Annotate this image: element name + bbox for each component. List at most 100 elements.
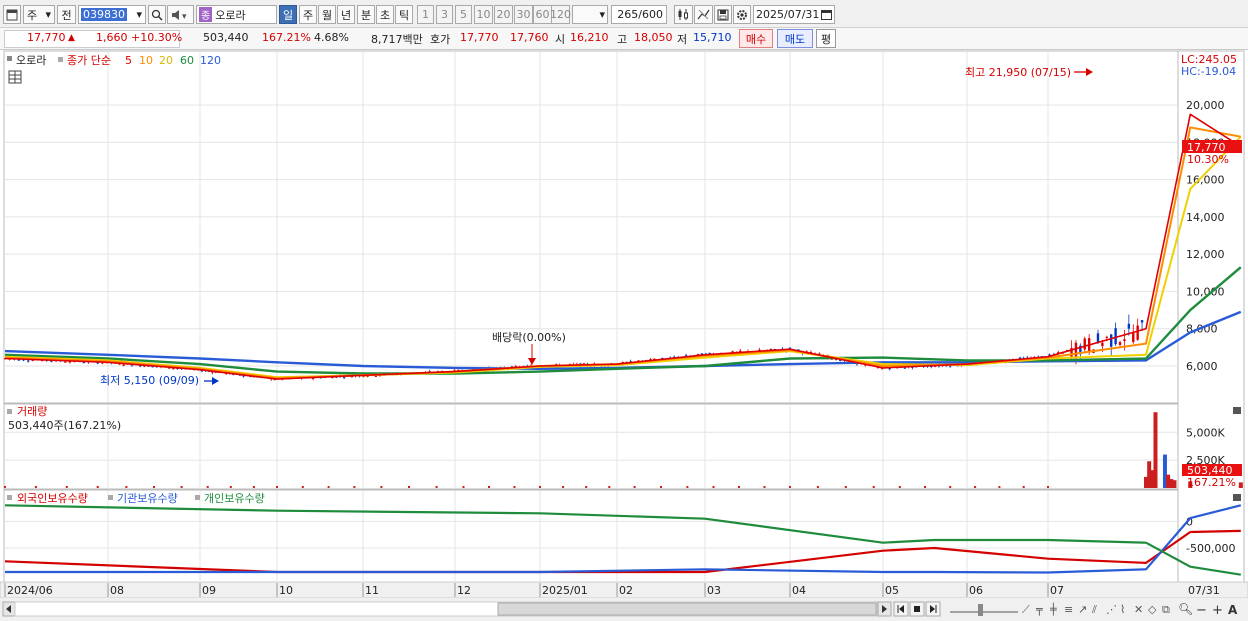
sell-button[interactable]: 매도 [777,29,813,48]
volume-bar [1172,480,1177,488]
period-tick-button[interactable]: 틱 [395,5,413,24]
zoom-slider-handle[interactable] [978,604,983,616]
volume-bar-small [513,486,516,488]
legend-marker-icon [195,495,200,500]
count-value: 265 [617,8,639,21]
type-select[interactable]: 주 ▾ [23,5,55,24]
speaker-icon[interactable]: ▾ [167,5,194,24]
search-icon[interactable] [148,5,166,24]
period-month-button[interactable]: 월 [318,5,336,24]
plus-icon[interactable]: + [1212,603,1223,618]
trend-tool-icon[interactable] [694,5,713,24]
period-minute-button[interactable]: 분 [357,5,375,24]
volume-bar-small [686,486,689,488]
period-second-button[interactable]: 초 [376,5,394,24]
x-axis-end-label: 07/31 [1188,584,1220,597]
legend-ma-title: 종가 단순 [67,54,111,67]
interval-10-button[interactable]: 10 [474,5,493,24]
buy-button[interactable]: 매수 [739,29,773,48]
font-size-icon[interactable]: A [1228,603,1238,617]
candle-body [1083,338,1086,350]
up-arrow-icon: ▲ [68,33,75,43]
prev-button[interactable]: 전 [57,5,76,24]
volume-bar-small [1047,486,1049,488]
date-input[interactable]: 2025/07/31 [753,5,835,24]
x-tick-label: 09 [202,584,216,597]
period-day-button[interactable]: 일 [279,5,297,24]
volume-bar-small [998,486,1001,488]
volume-bar-small [585,486,588,488]
volume-bar-small [380,486,383,488]
price-change-pct: +10.30% [131,31,183,44]
volume-bar-small [633,486,636,488]
legend-marker-icon [108,495,113,500]
price-tick-label: 20,000 [1186,99,1225,112]
legend-ma-20: 20 [159,54,173,67]
interval-20-button[interactable]: 20 [494,5,513,24]
interval-120-button[interactable]: 120 [550,5,571,24]
low-annotation: 최저 5,150 (09/09) [100,374,199,387]
volume-bar-small [712,486,715,488]
volume-bar [1153,412,1158,488]
parallel-tool-icon[interactable]: ⫽ [1091,603,1097,616]
minus-icon[interactable]: − [1196,603,1207,618]
candle-body [1105,336,1108,338]
volume-bar-small [65,486,68,488]
line-tool-icon[interactable]: ⟋ [1022,603,1030,616]
zoom-out-icon[interactable]: 🔍︎ [1178,602,1193,616]
arrow-tool-icon[interactable]: ↗ [1078,603,1087,616]
channel-tool-icon[interactable]: ⋰ [1106,603,1117,616]
quote-label: 호가 [430,33,451,46]
price-panel [3,50,1179,404]
window-menu-icon[interactable] [3,5,21,24]
period-year-button[interactable]: 년 [337,5,355,24]
interval-1-button[interactable]: 1 [417,5,434,24]
stock-chart[interactable]: 20,00018,00016,00014,00012,00010,0008,00… [0,50,1248,621]
volume-tick-label: 5,000K [1186,426,1225,439]
code-input[interactable]: 039830 ▾ [78,5,146,24]
close-panel-icon[interactable] [1233,407,1241,414]
hline-tool-icon[interactable]: ╤ [1035,603,1043,616]
interval-select[interactable]: ▾ [572,5,608,24]
playback-controls[interactable] [893,601,941,617]
stock-name-field[interactable]: 종 오로라 [196,5,277,24]
volume-tag-pct: 167.21% [1187,476,1236,489]
x-tick-label: 2025/01 [542,584,588,597]
candle-body [64,361,67,363]
price-tick-label: 12,000 [1186,248,1225,261]
volume-bar-small [844,486,847,488]
volume-bar-small [872,486,875,488]
volume-bar-small [789,486,791,488]
shape-tool-icon[interactable]: ◇ [1148,603,1157,616]
eval-button[interactable]: 평 [816,29,836,48]
x-tick-label: 07 [1050,584,1064,597]
candle-body [1074,342,1078,358]
scrollbar-thumb[interactable] [497,602,877,616]
volume-value: 503,440 [203,31,249,44]
fib-tool-icon[interactable]: ≡ [1064,603,1073,616]
volume-bar-small [353,486,356,488]
volume-bar-small [562,486,565,488]
volume-bar-small [924,486,926,488]
gear-icon[interactable] [733,5,751,24]
period-week-button[interactable]: 주 [299,5,317,24]
candle-body [1096,333,1100,343]
svg-text:▾: ▾ [182,12,187,21]
candle-icon[interactable] [674,5,693,24]
close-panel-icon[interactable] [1233,494,1241,501]
price-tick-label: 16,000 [1186,174,1225,187]
interval-30-button[interactable]: 30 [514,5,533,24]
wave-tool-icon[interactable]: ⌇ [1120,603,1125,616]
open-price: 16,210 [570,31,609,44]
volume-bar-small [488,486,490,488]
cross-tool-icon[interactable]: ✕ [1134,603,1143,616]
stock-name: 오로라 [215,8,246,22]
interval-5-button[interactable]: 5 [455,5,472,24]
calendar-icon[interactable] [821,9,832,20]
chevron-down-icon: ▾ [45,8,51,21]
copy-tool-icon[interactable]: ⧉ [1162,603,1170,616]
count-input[interactable]: 265 /600 [611,5,667,24]
interval-3-button[interactable]: 3 [436,5,453,24]
save-icon[interactable] [714,5,732,24]
vline-tool-icon[interactable]: ╪ [1049,602,1057,616]
